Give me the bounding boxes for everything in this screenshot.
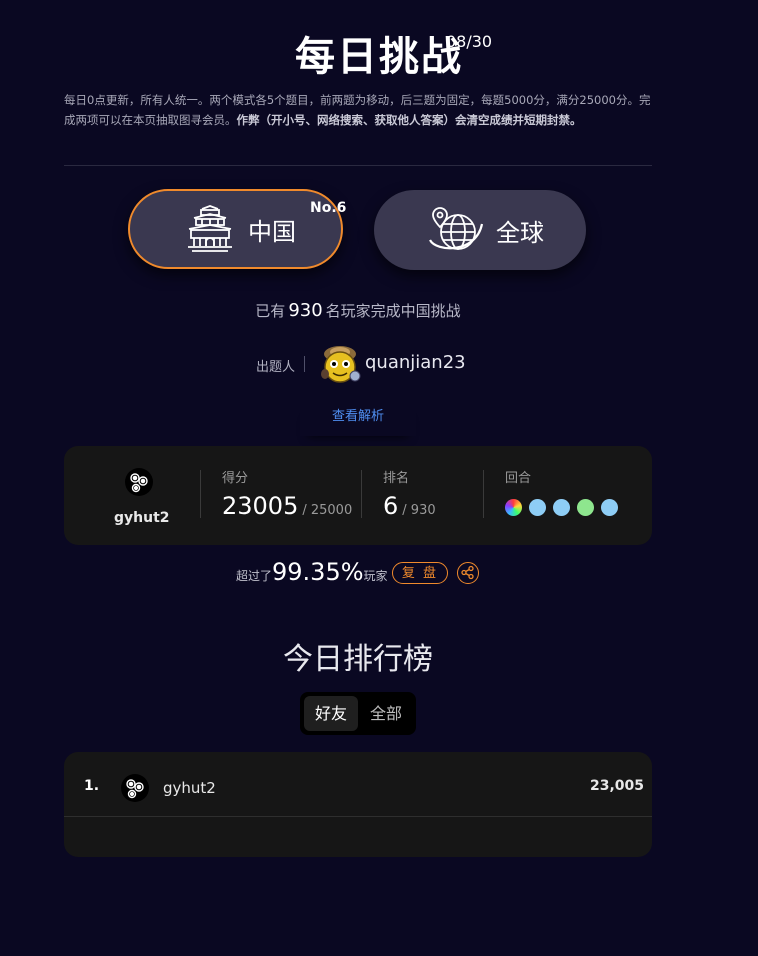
rank-label: 排名 [383, 471, 410, 486]
row-name: gyhut2 [163, 779, 216, 797]
score-max: / 25000 [302, 503, 353, 518]
mode-global-button[interactable]: 全球 [374, 190, 586, 270]
stat-divider [361, 470, 362, 518]
view-analysis-link[interactable]: 查看解析 [300, 405, 416, 436]
round-dot-3[interactable] [553, 499, 570, 516]
rank-max: / 930 [402, 503, 436, 518]
leaderboard-row-divider [64, 816, 652, 817]
mode-china-label: 中国 [248, 217, 296, 246]
user-name: gyhut2 [114, 510, 170, 526]
round-dot-1[interactable] [505, 499, 522, 516]
mode-global-label: 全球 [496, 218, 544, 247]
share-button[interactable] [457, 562, 479, 584]
page-title: 每日挑战 [295, 34, 463, 80]
score-number: 23005 [222, 492, 299, 520]
challenge-description: 每日0点更新，所有人统一。两个模式各5个题目，前两题为移动，后三题为固定，每题5… [64, 90, 654, 130]
temple-icon [184, 203, 236, 255]
round-dot-4[interactable] [577, 499, 594, 516]
beat-percent: 99.35% [272, 558, 364, 586]
author-label: 出题人 [256, 360, 296, 375]
beat-suffix: 玩家 [363, 569, 388, 583]
leaderboard-card [64, 752, 652, 857]
beat-prefix: 超过了 [236, 569, 273, 583]
rank-value: 6/ 930 [383, 492, 436, 520]
author-name[interactable]: quanjian23 [365, 352, 466, 373]
challenge-date: 08/30 [446, 32, 493, 51]
rank-badge: No.6 [310, 200, 347, 216]
header-divider [64, 165, 652, 166]
score-label: 得分 [222, 471, 249, 486]
score-value: 23005/ 25000 [222, 492, 352, 520]
leaderboard-tabs: 好友 全部 [300, 692, 416, 735]
user-avatar[interactable] [125, 468, 153, 496]
stat-divider [200, 470, 201, 518]
author-avatar[interactable] [318, 340, 362, 384]
leaderboard-title: 今日排行榜 [283, 642, 433, 677]
author-separator [304, 356, 305, 372]
cheat-warning: 作弊（开小号、网络搜索、获取他人答案）会清空成绩并短期封禁。 [236, 113, 582, 127]
stat-divider [483, 470, 484, 518]
tab-friends[interactable]: 好友 [304, 696, 358, 731]
share-icon [461, 565, 474, 580]
players-completed: 已有 930 名玩家完成中国挑战 [0, 300, 716, 321]
played-count: 930 [288, 300, 323, 321]
round-dot-2[interactable] [529, 499, 546, 516]
globe-pin-icon [426, 204, 484, 256]
review-button[interactable]: 复 盘 [392, 562, 448, 584]
row-rank: 1. [84, 778, 100, 794]
rounds-label: 回合 [505, 471, 532, 486]
round-dot-5[interactable] [601, 499, 618, 516]
played-prefix: 已有 [255, 302, 286, 320]
beat-percentage: 超过了99.35%玩家 [236, 558, 388, 586]
rank-number: 6 [383, 492, 399, 520]
tab-all[interactable]: 全部 [360, 696, 412, 731]
row-score: 23,005 [589, 778, 644, 794]
row-avatar [121, 774, 149, 802]
played-suffix: 名玩家完成中国挑战 [325, 302, 461, 320]
